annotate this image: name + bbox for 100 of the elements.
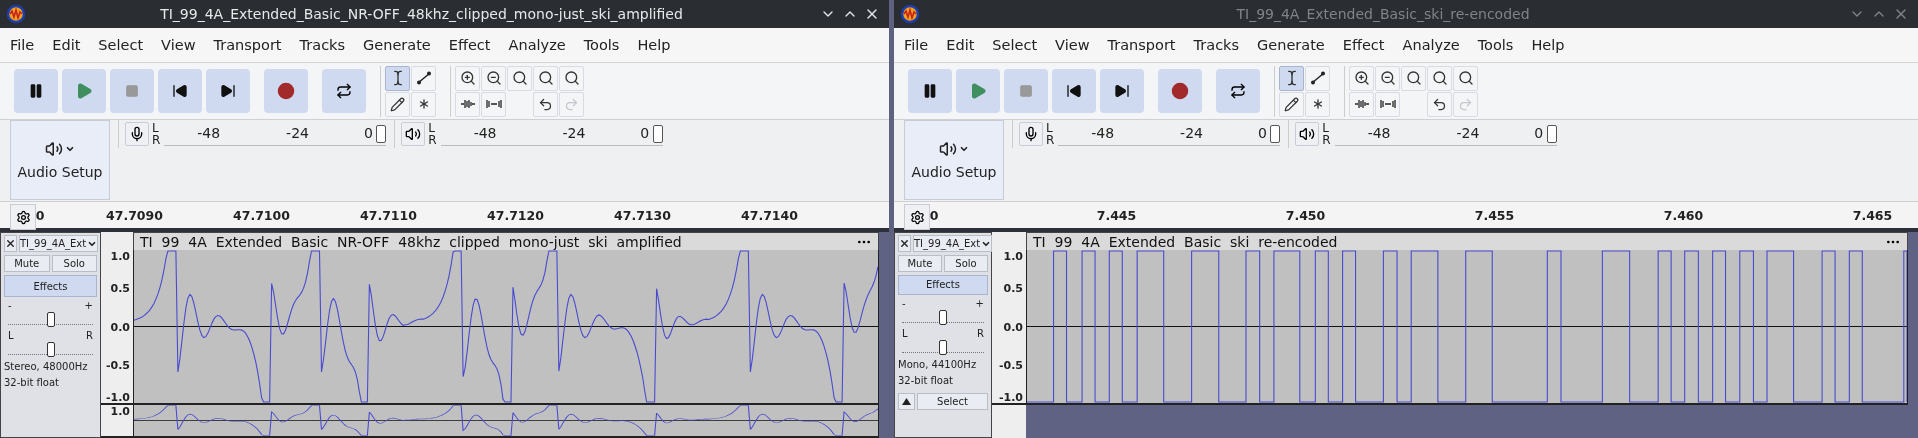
pan-slider-thumb[interactable] xyxy=(46,342,55,357)
speaker-button[interactable] xyxy=(401,122,426,146)
skip-to-end-button[interactable] xyxy=(1100,69,1144,113)
undo-button[interactable] xyxy=(1427,91,1452,117)
pan-slider[interactable] xyxy=(902,338,984,353)
zoom-in-button[interactable] xyxy=(1349,65,1374,91)
zoom-toggle-button[interactable] xyxy=(559,65,584,91)
speaker-button[interactable] xyxy=(1295,122,1320,146)
zoom-toggle-button[interactable] xyxy=(1453,65,1478,91)
pause-button[interactable] xyxy=(908,69,952,113)
menu-item[interactable]: Help xyxy=(1522,37,1574,53)
mute-button[interactable]: Mute xyxy=(4,255,50,272)
ruler-label: 7.455 xyxy=(1474,208,1515,223)
multi-tool[interactable] xyxy=(411,91,436,117)
skip-to-end-button[interactable] xyxy=(206,69,250,113)
selection-tool[interactable] xyxy=(385,65,410,91)
menu-item[interactable]: Generate xyxy=(1248,37,1334,53)
menu-item[interactable]: Select xyxy=(89,37,153,53)
fit-project-button[interactable] xyxy=(1427,65,1452,91)
menu-item[interactable]: Select xyxy=(983,37,1047,53)
loop-button[interactable] xyxy=(1216,69,1260,113)
zoom-in-button[interactable] xyxy=(455,65,480,91)
draw-tool[interactable] xyxy=(385,91,410,117)
trim-button[interactable] xyxy=(1349,91,1374,117)
track-title-bar[interactable]: TI 99 4A Extended Basic ski re-encoded xyxy=(1026,232,1908,250)
fit-selection-button[interactable] xyxy=(1401,65,1426,91)
zoom-out-button[interactable] xyxy=(1375,65,1400,91)
volume-slider-thumb[interactable] xyxy=(376,125,387,143)
menu-item[interactable]: Help xyxy=(628,37,680,53)
loop-button[interactable] xyxy=(322,69,366,113)
solo-button[interactable]: Solo xyxy=(51,255,97,272)
collapse-button[interactable] xyxy=(898,392,915,410)
solo-button[interactable]: Solo xyxy=(944,255,988,272)
pencil-icon xyxy=(390,96,405,112)
silence-button[interactable] xyxy=(1375,91,1400,117)
skip-to-start-button[interactable] xyxy=(158,69,202,113)
meter-scale-label: -24 xyxy=(286,125,309,141)
skip-to-start-button[interactable] xyxy=(1052,69,1096,113)
pan-slider[interactable] xyxy=(8,341,93,355)
menu-item[interactable]: Transport xyxy=(1098,37,1185,53)
record-button[interactable] xyxy=(1158,69,1202,113)
mute-button[interactable]: Mute xyxy=(898,255,942,272)
draw-tool[interactable] xyxy=(1279,91,1304,117)
menu-item[interactable]: View xyxy=(152,37,205,53)
menu-item[interactable]: Analyze xyxy=(499,37,575,53)
track-name-menu[interactable]: TI_99_4A_Ext xyxy=(19,235,99,252)
track-title-bar[interactable]: TI 99 4A Extended Basic NR-OFF 48khz clipped mono-just ski amplified xyxy=(133,232,879,250)
gain-slider[interactable] xyxy=(902,308,984,323)
menu-item[interactable]: Transport xyxy=(204,37,291,53)
select-button[interactable]: Select xyxy=(917,392,988,410)
effects-button[interactable]: Effects xyxy=(898,275,988,295)
selection-tool[interactable] xyxy=(1279,65,1304,91)
menu-item[interactable]: View xyxy=(1046,37,1099,53)
volume-slider-thumb[interactable] xyxy=(1270,125,1281,143)
axis-label: -1.0 xyxy=(105,392,130,404)
gain-slider[interactable] xyxy=(8,311,93,325)
zoom-out-button[interactable] xyxy=(481,65,506,91)
menu-item[interactable]: Edit xyxy=(937,37,984,53)
microphone-button[interactable] xyxy=(125,122,149,146)
undo-button[interactable] xyxy=(533,91,558,117)
menu-item[interactable]: File xyxy=(1,37,44,53)
gain-slider-thumb[interactable] xyxy=(939,309,947,325)
menu-item[interactable]: Edit xyxy=(43,37,90,53)
trim-icon xyxy=(459,98,476,110)
menu-item[interactable]: Tracks xyxy=(1184,37,1249,53)
timeline-ruler[interactable]: 0 7.445 7.450 7.455 7.460 7.465 xyxy=(894,202,1918,232)
zoom-out-icon xyxy=(1379,70,1396,86)
record-button[interactable] xyxy=(264,69,308,113)
skip-end-icon xyxy=(1114,83,1130,99)
timeline-ruler[interactable]: 0 47.7090 47.7100 47.7110 47.7120 47.7130 47.7140 xyxy=(0,202,889,232)
menu-item[interactable]: Effect xyxy=(439,37,500,53)
trim-button[interactable] xyxy=(455,91,480,117)
volume-slider-thumb[interactable] xyxy=(1546,125,1557,143)
envelope-tool[interactable] xyxy=(1305,65,1330,91)
microphone-icon xyxy=(1023,126,1039,142)
fit-selection-button[interactable] xyxy=(507,65,532,91)
menu-item[interactable]: Analyze xyxy=(1393,37,1469,53)
fit-project-button[interactable] xyxy=(533,65,558,91)
menu-item[interactable]: Tools xyxy=(1468,37,1523,53)
audio-setup-button[interactable]: Audio Setup xyxy=(904,120,1004,200)
volume-slider-thumb[interactable] xyxy=(652,125,663,143)
menu-item[interactable]: Tracks xyxy=(290,37,355,53)
track-name-menu[interactable]: TI_99_4A_Ext xyxy=(913,235,993,252)
microphone-button[interactable] xyxy=(1019,122,1043,146)
multi-tool[interactable] xyxy=(1305,91,1330,117)
pause-button[interactable] xyxy=(14,69,58,113)
menu-item[interactable]: Generate xyxy=(354,37,440,53)
audio-setup-button[interactable]: Audio Setup xyxy=(10,120,110,200)
silence-button[interactable] xyxy=(481,91,506,117)
menu-item[interactable]: Effect xyxy=(1333,37,1394,53)
close-track-button[interactable] xyxy=(4,235,17,252)
gain-slider-thumb[interactable] xyxy=(46,312,55,327)
settings-button[interactable] xyxy=(10,204,36,230)
menu-item[interactable]: File xyxy=(895,37,938,53)
envelope-tool[interactable] xyxy=(411,65,436,91)
pan-slider-thumb[interactable] xyxy=(939,339,947,355)
effects-button[interactable]: Effects xyxy=(4,275,97,297)
settings-button[interactable] xyxy=(904,204,930,230)
menu-item[interactable]: Tools xyxy=(574,37,629,53)
close-track-button[interactable] xyxy=(898,235,911,252)
